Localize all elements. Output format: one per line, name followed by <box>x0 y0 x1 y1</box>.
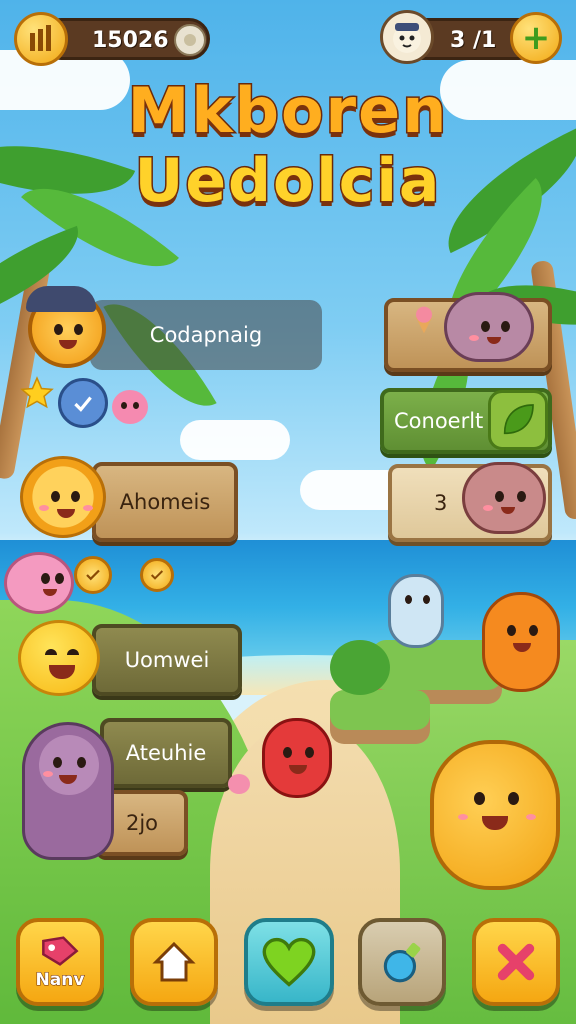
game-title-line1: Mkboren <box>126 73 449 149</box>
new-button-label: Nanv <box>35 970 85 991</box>
gold-check-coin-icon <box>140 558 174 592</box>
cloud <box>180 420 290 460</box>
ice-cream-icon <box>406 302 442 338</box>
smiley-face-icon <box>18 620 100 696</box>
tag-icon <box>42 936 79 966</box>
pink-critter-icon <box>112 390 148 424</box>
leaf-icon <box>488 390 548 450</box>
menu-item-ahomeis[interactable]: Ahomeis <box>92 462 238 542</box>
bars-icon[interactable] <box>14 12 68 66</box>
plus-icon: + <box>521 18 551 58</box>
menu-item-label: Uomwei <box>124 648 210 672</box>
lion-cub-icon <box>20 456 106 538</box>
fox-dog-character <box>430 740 560 890</box>
white-cat-character <box>388 574 444 648</box>
squirrel-icon <box>444 292 534 362</box>
potion-icon <box>383 942 421 983</box>
cat-avatar-icon[interactable] <box>380 10 434 64</box>
menu-item-label: Ateuhie <box>125 741 207 765</box>
menu-item-uomwei[interactable]: Uomwei <box>92 624 242 696</box>
menu-item-label: Codapnaig <box>149 323 263 347</box>
lives-count: 3 /1 <box>450 28 497 53</box>
potion-button[interactable] <box>358 918 446 1006</box>
tiny-pink-critter <box>228 774 250 794</box>
pilot-character-icon <box>26 286 106 368</box>
bush <box>330 640 390 695</box>
home-button[interactable] <box>130 918 218 1006</box>
menu-item-label: Conoerlt <box>394 409 484 433</box>
coin-count: 15026 <box>92 28 169 53</box>
bear-cub-icon <box>462 462 546 534</box>
menu-item-label: 2jo <box>125 811 159 835</box>
heart-button[interactable] <box>244 918 334 1006</box>
menu-item-label: 3 <box>434 491 448 515</box>
fox-character <box>482 592 560 692</box>
new-button[interactable]: Nanv <box>16 918 104 1006</box>
add-button[interactable]: + <box>510 12 562 64</box>
star-icon <box>18 374 56 412</box>
gold-check-coin-icon <box>74 556 112 594</box>
grass-cliff <box>330 690 430 730</box>
shield-check-icon <box>58 378 108 428</box>
heart-icon <box>262 937 316 987</box>
menu-item-label: Ahomeis <box>119 490 211 514</box>
home-icon <box>152 941 196 982</box>
pink-dino-icon <box>4 552 74 614</box>
coin-icon <box>174 24 206 56</box>
close-icon <box>497 943 535 981</box>
menu-item-ateuhie[interactable]: Ateuhie <box>100 718 232 788</box>
purple-beaver-icon <box>22 722 114 860</box>
close-button[interactable] <box>472 918 560 1006</box>
menu-item-codapnaig[interactable]: Codapnaig <box>90 300 322 370</box>
game-title-line2: Uedolcia <box>133 145 442 218</box>
red-blob-character <box>262 718 332 798</box>
